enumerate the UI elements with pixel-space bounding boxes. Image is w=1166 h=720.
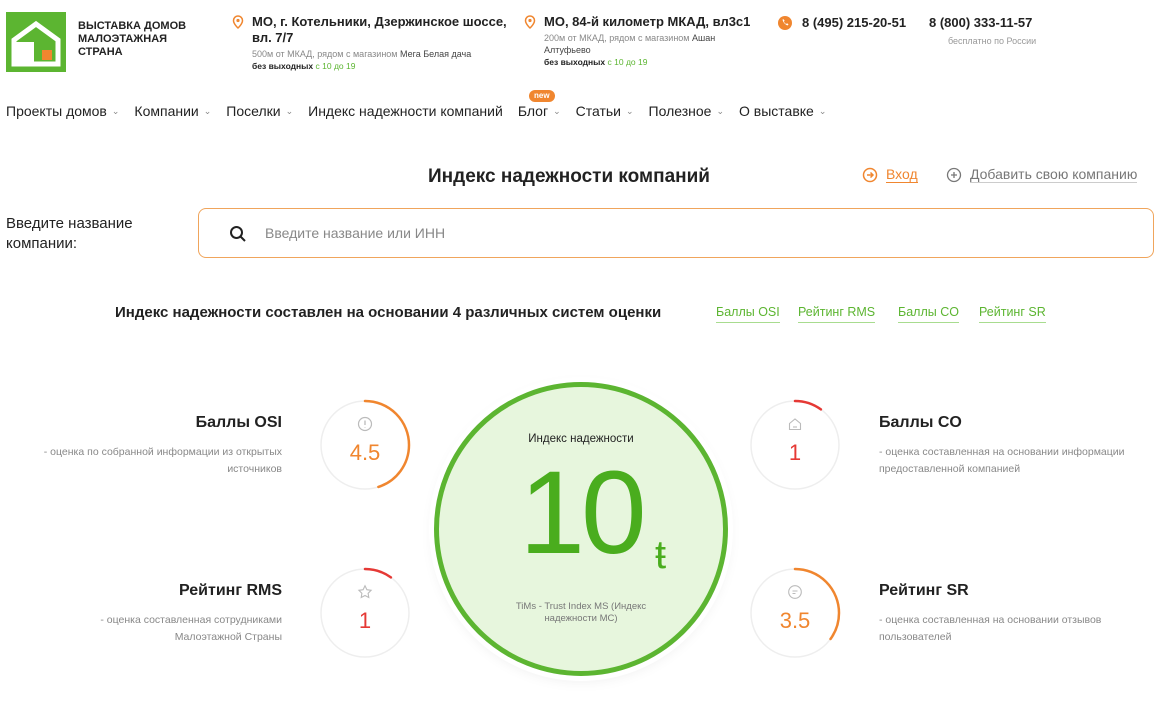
osi-description: - оценка по собранной информации из откр… <box>43 446 282 475</box>
rms-score-circle[interactable]: 1 <box>318 566 412 660</box>
trust-index-unit: ŧ <box>655 533 667 577</box>
location-kotelniki[interactable]: МО, г. Котельники, Дзержинское шоссе, вл… <box>232 14 507 72</box>
search-box[interactable] <box>198 208 1154 258</box>
search-icon <box>230 226 246 242</box>
chevron-down-icon: ⌄ <box>553 105 561 116</box>
chevron-down-icon: ⌄ <box>625 105 634 116</box>
trust-index-circle: Индекс надежности 10 ŧ TiMs - Trust Inde… <box>434 382 728 676</box>
chevron-down-icon: ⌄ <box>111 105 120 116</box>
pin-icon <box>524 15 536 29</box>
co-score-circle[interactable]: 1 <box>748 398 842 492</box>
osi-title: Баллы OSI <box>195 414 282 431</box>
nav-item-companies[interactable]: Компании ⌄ <box>134 103 211 119</box>
location-hours: без выходных с 10 до 19 <box>252 61 356 71</box>
search-label: Введите название компании: <box>6 215 133 252</box>
chevron-down-icon: ⌄ <box>285 105 294 116</box>
sr-value: 3.5 <box>779 608 811 633</box>
trust-index-description: TiMs - Trust Index MS (Индекс надежности… <box>515 601 647 624</box>
co-description: - оценка составленная на основании инфор… <box>879 446 1125 475</box>
logo-text[interactable]: ВЫСТАВКА ДОМОВ МАЛОЭТАЖНАЯ СТРАНА <box>78 20 198 59</box>
login-icon <box>862 167 878 182</box>
nav-item-villages[interactable]: Поселки ⌄ <box>226 103 293 119</box>
link-co[interactable]: Баллы CO <box>898 305 959 323</box>
chevron-down-icon: ⌄ <box>203 105 212 116</box>
search-input[interactable] <box>265 221 1125 245</box>
sr-title: Рейтинг SR <box>879 582 969 599</box>
login-link[interactable]: Вход <box>862 166 918 183</box>
logo-icon[interactable] <box>6 12 66 72</box>
osi-value: 4.5 <box>349 440 381 465</box>
chat-icon <box>788 585 802 599</box>
location-hours: без выходных с 10 до 19 <box>544 57 648 67</box>
phone-main[interactable]: 8 (495) 215-20-51 <box>802 15 906 30</box>
location-address: МО, г. Котельники, Дзержинское шоссе, вл… <box>252 14 507 45</box>
plus-circle-icon <box>946 167 962 182</box>
link-rms[interactable]: Рейтинг RMS <box>798 305 876 323</box>
nav-item-blog[interactable]: Блог ⌄ <box>518 103 561 119</box>
nav-item-useful[interactable]: Полезное ⌄ <box>649 103 724 119</box>
location-note: 500м от МКАД, рядом с магазином Мега Бел… <box>252 49 472 59</box>
nav-item-articles[interactable]: Статьи ⌄ <box>576 103 634 119</box>
co-value: 1 <box>788 440 802 465</box>
systems-info-text: Индекс надежности составлен на основании… <box>115 304 662 321</box>
new-badge: new <box>529 90 555 102</box>
osi-score-circle[interactable]: 4.5 <box>318 398 412 492</box>
location-note: 200м от МКАД, рядом с магазином Ашан Алт… <box>544 33 716 55</box>
house-icon <box>788 418 802 431</box>
rms-value: 1 <box>358 608 372 633</box>
phone-free-note: бесплатно по России <box>948 36 1037 46</box>
sr-description: - оценка составленная на основании отзыв… <box>879 614 1102 643</box>
rms-description: - оценка составленная сотрудниками Малоэ… <box>100 614 282 643</box>
page-title: Индекс надежности компаний <box>428 166 710 187</box>
rms-title: Рейтинг RMS <box>178 582 282 599</box>
link-osi[interactable]: Баллы OSI <box>716 305 780 323</box>
star-icon <box>357 584 373 599</box>
link-sr[interactable]: Рейтинг SR <box>979 305 1046 323</box>
sr-score-circle[interactable]: 3.5 <box>748 566 842 660</box>
info-icon <box>357 416 373 432</box>
co-title: Баллы CO <box>879 414 962 431</box>
chevron-down-icon: ⌄ <box>818 105 827 116</box>
main-nav: Проекты домов ⌄ Компании ⌄ Поселки ⌄ Индекс… <box>0 96 1166 126</box>
phone-free[interactable]: 8 (800) 333-11-57 <box>929 15 1032 30</box>
pin-icon <box>232 15 244 29</box>
nav-item-trust-index[interactable]: Индекс надежности компаний <box>308 103 503 119</box>
trust-index-value: 10 <box>519 447 646 579</box>
location-address: МО, 84-й километр МКАД, вл3с1 <box>544 14 751 29</box>
location-mkad[interactable]: МО, 84-й километр МКАД, вл3с1 200м от МК… <box>524 14 754 68</box>
phone-icon <box>778 16 792 30</box>
chevron-down-icon: ⌄ <box>716 105 724 116</box>
trust-index-label: Индекс надежности <box>528 433 634 445</box>
site-header: ВЫСТАВКА ДОМОВ МАЛОЭТАЖНАЯ СТРАНА МО, г.… <box>0 0 1166 90</box>
nav-item-about[interactable]: О выставке ⌄ <box>739 103 826 119</box>
add-company-link[interactable]: Добавить свою компанию <box>946 166 1138 183</box>
nav-item-projects[interactable]: Проекты домов ⌄ <box>6 103 119 119</box>
